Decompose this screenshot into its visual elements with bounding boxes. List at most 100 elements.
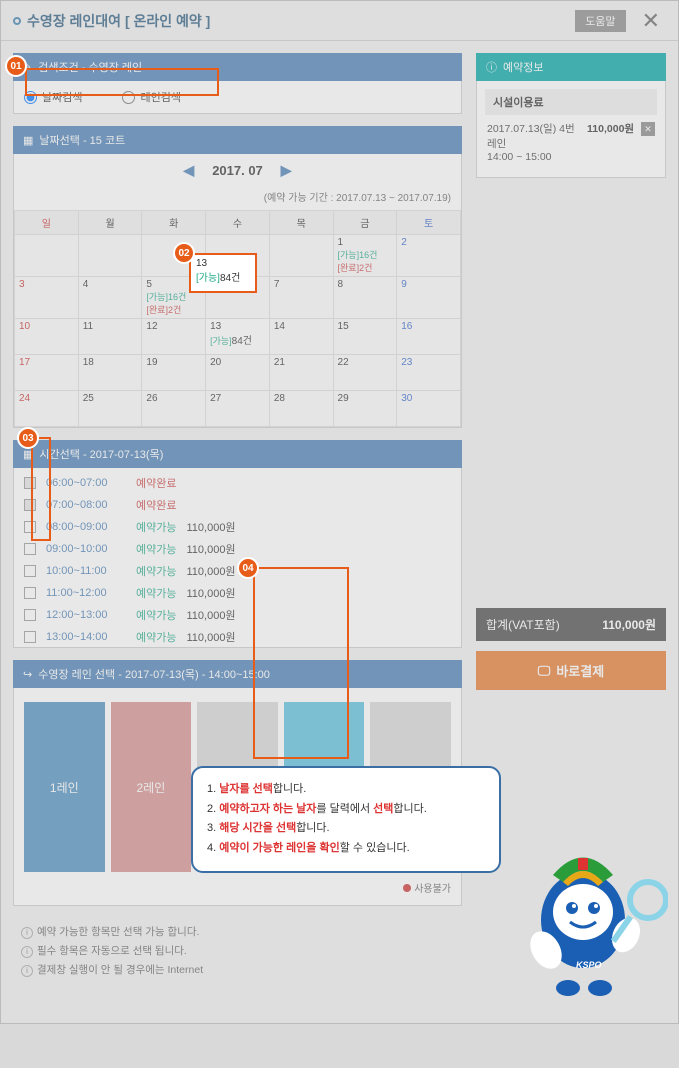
pay-button[interactable]: 🖵 바로결제: [476, 651, 666, 690]
time-row[interactable]: 13:00~14:00예약가능 110,000원: [14, 626, 461, 648]
modal-title: 수영장 레인대여 [ 온라인 예약 ]: [27, 11, 575, 31]
lane-1[interactable]: 1레인: [24, 702, 105, 872]
radio-lane-input[interactable]: [122, 91, 135, 104]
cal-cell[interactable]: 23: [397, 355, 461, 391]
time-checkbox[interactable]: [24, 631, 36, 643]
day-num: 20: [210, 357, 221, 368]
bullet-icon: [13, 17, 21, 25]
cal-cell[interactable]: 30: [397, 391, 461, 427]
prev-month-icon[interactable]: ◀: [183, 162, 194, 179]
tip-2c: 선택: [373, 803, 393, 815]
cal-cell[interactable]: 14: [269, 319, 333, 355]
cal-cell-13[interactable]: 13[가능]84건: [206, 319, 270, 355]
cal-cell[interactable]: 21: [269, 355, 333, 391]
time-row[interactable]: 06:00~07:00 예약완료: [14, 472, 461, 494]
radio-date-input[interactable]: [24, 91, 37, 104]
time-row[interactable]: 09:00~10:00예약가능 110,000원: [14, 538, 461, 560]
cal-cell[interactable]: 15: [333, 319, 397, 355]
time-status: 예약완료: [136, 475, 176, 491]
day-num: 7: [274, 279, 280, 290]
cal-cell[interactable]: 25: [78, 391, 142, 427]
cal-cell[interactable]: 2: [397, 235, 461, 277]
cal-cell[interactable]: 7: [269, 277, 333, 319]
time-checkbox[interactable]: [24, 521, 36, 533]
tip-4: 4. 예약이 가능한 레인을 확인할 수 있습니다.: [207, 839, 485, 859]
time-status: 예약완료: [136, 497, 176, 513]
time-range: 08:00~09:00: [46, 521, 126, 533]
cal-cell[interactable]: 28: [269, 391, 333, 427]
note-2-text: 필수 항목은 자동으로 선택 됩니다.: [37, 945, 187, 957]
time-checkbox[interactable]: [24, 565, 36, 577]
cal-cell[interactable]: 17: [15, 355, 79, 391]
time-checkbox: [24, 499, 36, 511]
mascot-svg: KSPO: [508, 820, 668, 1000]
cal-cell[interactable]: 10: [15, 319, 79, 355]
time-checkbox[interactable]: [24, 609, 36, 621]
cal-cell[interactable]: [206, 235, 270, 277]
time-range: 06:00~07:00: [46, 477, 126, 489]
time-range: 07:00~08:00: [46, 499, 126, 511]
radio-date-label: 날짜검색: [42, 89, 82, 105]
time-row[interactable]: 07:00~08:00 예약완료: [14, 494, 461, 516]
cal-cell-1[interactable]: 1[가능]16건[완료]2건: [333, 235, 397, 277]
lane-2[interactable]: 2레인: [111, 702, 192, 872]
tip-1: 1. 날자를 선택합니다.: [207, 780, 485, 800]
info-title-bar: ⓘ 예약정보: [476, 53, 666, 81]
help-button[interactable]: 도움말: [575, 10, 625, 32]
cal-cell[interactable]: 6: [206, 277, 270, 319]
day-num: 12: [146, 321, 157, 332]
tip-2d: 합니다.: [393, 803, 426, 815]
cal-month: 2017. 07: [212, 163, 263, 178]
cal-cell[interactable]: 18: [78, 355, 142, 391]
cal-cell[interactable]: 26: [142, 391, 206, 427]
cal-cell[interactable]: 20: [206, 355, 270, 391]
close-icon[interactable]: ✕: [636, 8, 666, 34]
cal-range-note: (예약 가능 기간 : 2017.07.13 ~ 2017.07.19): [14, 187, 461, 210]
note-1-text: 예약 가능한 항목만 선택 가능 합니다.: [37, 926, 199, 938]
time-checkbox[interactable]: [24, 543, 36, 555]
lane-legend: 사용불가: [24, 872, 451, 895]
cal-cell[interactable]: 16: [397, 319, 461, 355]
cal-cell[interactable]: 22: [333, 355, 397, 391]
cal-cell[interactable]: 27: [206, 391, 270, 427]
dot-icon: [403, 884, 411, 892]
tip-n3: 3.: [207, 822, 219, 834]
cal-cell[interactable]: 11: [78, 319, 142, 355]
day-num: 16: [401, 321, 412, 332]
remove-fee-icon[interactable]: ✕: [641, 122, 655, 136]
day-num: 22: [338, 357, 349, 368]
cal-cell-5[interactable]: 5[가능]16건[완료]2건: [142, 277, 206, 319]
cal-cell[interactable]: 24: [15, 391, 79, 427]
time-row[interactable]: 12:00~13:00예약가능 110,000원: [14, 604, 461, 626]
tip-3a: 해당 시간을 선택: [219, 822, 296, 834]
time-row[interactable]: 11:00~12:00예약가능 110,000원: [14, 582, 461, 604]
radio-lane[interactable]: 레인검색: [122, 89, 180, 105]
time-status: 예약가능: [136, 585, 176, 601]
arrow-icon: ↪: [23, 668, 32, 681]
right-pane: ⓘ 예약정보 시설이용료 2017.07.13(일) 4번 레인 14:00 ~…: [476, 53, 666, 906]
cal-cell[interactable]: 3: [15, 277, 79, 319]
modal-window: 수영장 레인대여 [ 온라인 예약 ] 도움말 ✕ ✎ 검색조건 - 수영장 레…: [0, 0, 679, 1024]
cal-cell[interactable]: 9: [397, 277, 461, 319]
radio-date[interactable]: 날짜검색: [24, 89, 82, 105]
cal-cell[interactable]: 29: [333, 391, 397, 427]
day-num: 4: [83, 279, 89, 290]
cal-cell[interactable]: 19: [142, 355, 206, 391]
cal-title: 날짜선택 - 15 코트: [39, 132, 125, 148]
time-price: 110,000원: [186, 607, 235, 623]
info-title: 예약정보: [503, 59, 543, 75]
time-checkbox: [24, 477, 36, 489]
time-row[interactable]: 08:00~09:00예약가능 110,000원: [14, 516, 461, 538]
time-range: 10:00~11:00: [46, 565, 126, 577]
tip-1a: 날자를 선택: [219, 783, 273, 795]
day-num: 27: [210, 393, 221, 404]
day-num: 18: [83, 357, 94, 368]
cal-cell[interactable]: [15, 235, 79, 277]
cal-cell[interactable]: [78, 235, 142, 277]
time-checkbox[interactable]: [24, 587, 36, 599]
cal-cell[interactable]: 8: [333, 277, 397, 319]
next-month-icon[interactable]: ▶: [281, 162, 292, 179]
cal-cell[interactable]: 12: [142, 319, 206, 355]
cal-cell[interactable]: 4: [78, 277, 142, 319]
cal-cell[interactable]: [269, 235, 333, 277]
